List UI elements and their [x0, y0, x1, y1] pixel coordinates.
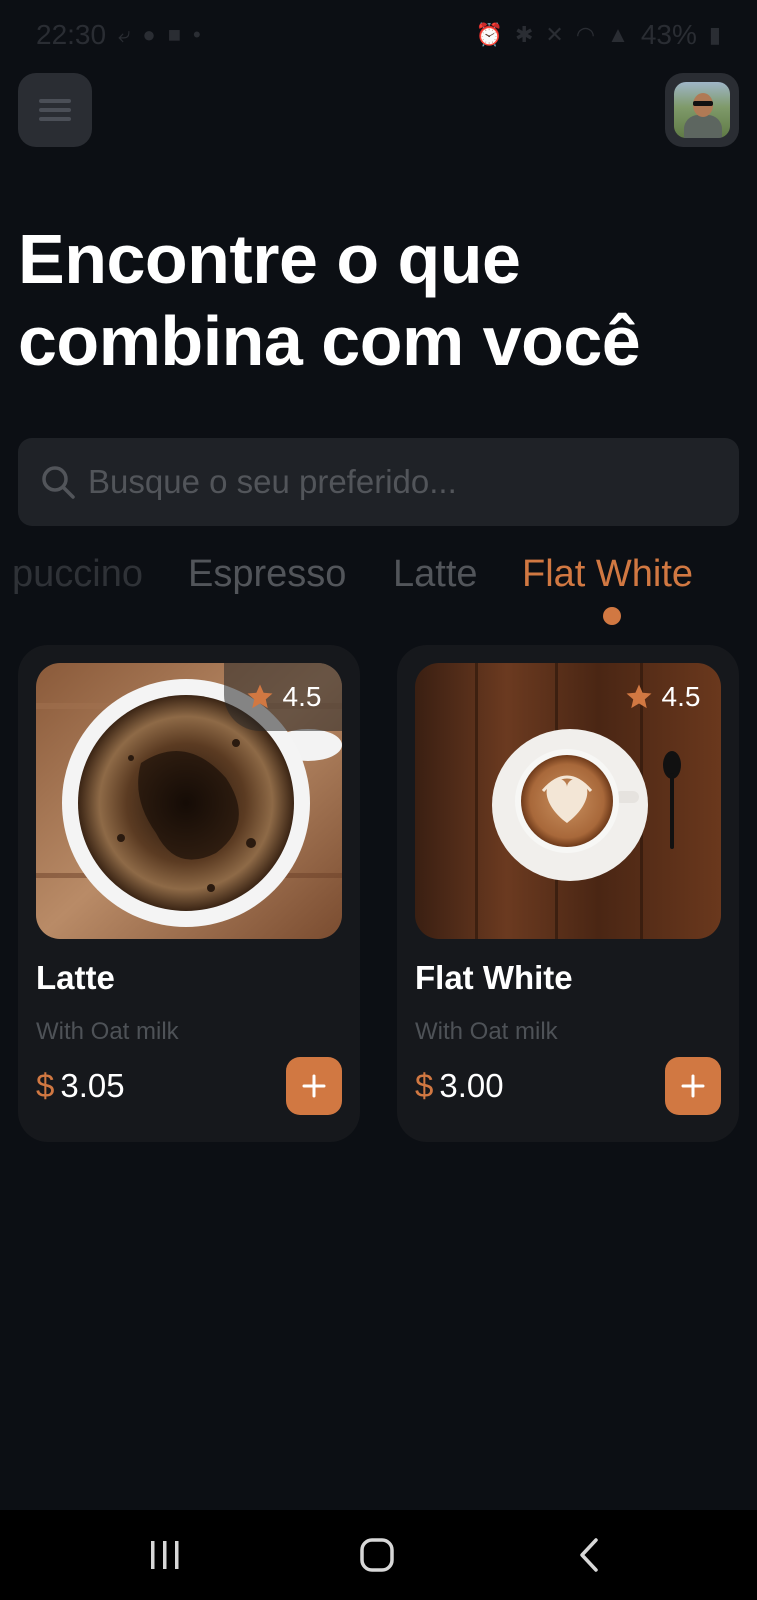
battery-percent: 43% [640, 19, 697, 50]
back-icon[interactable] [565, 1530, 615, 1580]
price-value: 3.00 [439, 1067, 504, 1104]
page-title: Encontre o que combina com você [18, 218, 718, 382]
active-tab-indicator [603, 607, 621, 625]
product-image: 4.5 [36, 663, 342, 939]
star-icon [247, 684, 273, 709]
status-left: 22:30 ⤶ ● ■ • [36, 19, 201, 51]
status-time: 22:30 [36, 19, 107, 50]
category-tabs: puccino Espresso Latte Flat White [0, 545, 757, 635]
tab-espresso[interactable]: Espresso [188, 553, 346, 596]
product-description: With Oat milk [415, 1018, 558, 1045]
plus-icon [302, 1074, 326, 1098]
search-input[interactable] [88, 452, 739, 512]
alarm-icon: ⏰ [475, 22, 503, 47]
avatar [674, 82, 730, 138]
tab-flat-white[interactable]: Flat White [522, 553, 693, 596]
a-icon: ● [142, 22, 156, 47]
status-bar: 22:30 ⤶ ● ■ • ⏰ ✱ ✕ ◠ ▲ 43% ▮ [0, 0, 757, 70]
search-icon [42, 466, 75, 499]
product-name: Flat White [415, 959, 573, 996]
page-title-line-1: Encontre o que [18, 220, 521, 298]
product-price: $3.05 [36, 1067, 125, 1105]
product-image: 4.5 [415, 663, 721, 939]
tab-cappuccino[interactable]: puccino [12, 553, 143, 596]
add-to-cart-button[interactable] [286, 1057, 342, 1115]
product-price: $3.00 [415, 1067, 504, 1105]
rating-badge: 4.5 [224, 663, 342, 731]
missed-call-icon: ⤶ [118, 22, 131, 47]
product-name: Latte [36, 959, 115, 996]
rating-value: 4.5 [661, 681, 701, 712]
system-nav-bar [0, 1510, 757, 1600]
signal-icon: ▲ [607, 22, 629, 47]
app-screen: 22:30 ⤶ ● ■ • ⏰ ✱ ✕ ◠ ▲ 43% ▮ Encontre o [0, 0, 757, 1600]
product-card-flat-white[interactable]: 4.5 Flat White With Oat milk $3.00 [397, 645, 739, 1142]
hamburger-menu-icon [39, 99, 71, 121]
bluetooth-icon: ✱ [514, 22, 534, 47]
product-description: With Oat milk [36, 1018, 179, 1045]
status-right: ⏰ ✱ ✕ ◠ ▲ 43% ▮ [476, 19, 721, 51]
recents-icon[interactable] [140, 1530, 190, 1580]
product-card-latte[interactable]: 4.5 Latte With Oat milk $3.05 [18, 645, 360, 1142]
currency-symbol: $ [415, 1067, 434, 1104]
wifi-icon: ◠ [575, 22, 596, 47]
tab-latte[interactable]: Latte [393, 553, 478, 596]
home-icon[interactable] [352, 1530, 402, 1580]
plus-icon [681, 1074, 705, 1098]
currency-symbol: $ [36, 1067, 55, 1104]
menu-button[interactable] [18, 73, 92, 147]
dot-icon: • [193, 22, 201, 47]
search-bar[interactable] [18, 438, 739, 526]
add-to-cart-button[interactable] [665, 1057, 721, 1115]
puzzle-icon: ■ [167, 22, 181, 47]
price-value: 3.05 [60, 1067, 125, 1104]
rating-value: 4.5 [282, 681, 322, 712]
profile-button[interactable] [665, 73, 739, 147]
star-icon [626, 684, 652, 709]
battery-icon: ▮ [708, 22, 721, 47]
page-title-line-2: combina com você [18, 302, 641, 380]
rating-badge: 4.5 [603, 663, 721, 731]
mute-icon: ✕ [545, 22, 564, 47]
